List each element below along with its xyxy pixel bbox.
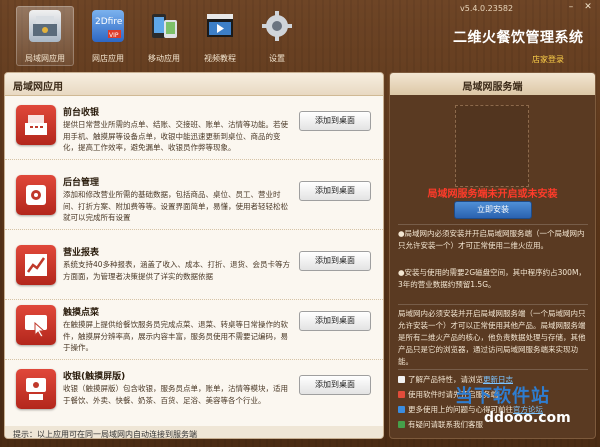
minimize-icon[interactable]: – — [566, 3, 576, 12]
app-title: 营业报表 — [63, 248, 100, 258]
app-title: 触摸点菜 — [63, 308, 100, 318]
app-description: 收银（触摸屏版）包含收银，服务员点单，账单，沽情等模块，适用于餐饮、外卖、快餐、… — [63, 384, 288, 405]
app-title: 二维火餐饮管理系统 — [453, 30, 584, 46]
info-text: 局域网内必须安装并开启局域网服务端（一个局域网内只允许安装一个）才可以正常使用其… — [398, 309, 586, 366]
nav-label: 网店应用 — [92, 54, 124, 63]
close-icon[interactable]: ✕ — [583, 3, 593, 12]
forum-icon — [398, 406, 405, 413]
watermark-title: 当下软件站 — [455, 386, 550, 407]
panel-header: 局域网服务端 — [390, 73, 595, 95]
divider — [398, 369, 588, 370]
lan-apps-panel: 局域网应用 前台收银 提供日常营业所需的点单、结账、交接班、账单、沽情等功能。若… — [4, 72, 384, 439]
install-label: 立即安装 — [477, 205, 509, 214]
store-login-link[interactable]: 店家登录 — [532, 54, 564, 65]
info-text: ●局域网内必须安装并开启局域网服务端（一个局域网内只允许安装一个）才可正常使用二… — [398, 229, 585, 250]
restaurant-icon — [29, 10, 61, 42]
tip-text: 提示：以上应用可在同一局域网内自动连接到服务端 — [13, 430, 197, 439]
nav-web-store[interactable]: 2Dfire VIP 网店应用 — [79, 6, 137, 66]
app-row-reports: 营业报表 系统支持40多种报表，涵盖了收入、成本、打折、退货、会员卡等方方面面，… — [5, 239, 383, 300]
app-description: 系统支持40多种报表，涵盖了收入、成本、打折、退货、会员卡等方方面面，为管理者决… — [63, 260, 291, 281]
top-bar: 局域网应用 2Dfire VIP 网店应用 移动应用 视频教程 设置 v5.4.0… — [0, 0, 600, 70]
watermark-url: ddooo.com — [484, 410, 571, 426]
add-to-desktop-button[interactable]: 添加到桌面 — [299, 111, 371, 131]
divider — [398, 304, 588, 305]
server-placeholder-icon — [455, 105, 529, 187]
app-row-touch-order: 触摸点菜 在触摸屏上提供给餐饮服务员完成点菜、退菜、转桌等日常操作的软件，触摸屏… — [5, 299, 383, 360]
add-to-desktop-button[interactable]: 添加到桌面 — [299, 375, 371, 395]
2dfire-vip-icon: 2Dfire VIP — [92, 10, 124, 42]
touch-icon — [16, 305, 56, 345]
nav-mobile-apps[interactable]: 移动应用 — [135, 6, 193, 66]
report-chart-icon — [16, 245, 56, 285]
app-row-front-cashier: 前台收银 提供日常营业所需的点单、结账、交接班、账单、沽情等功能。若使用手机、触… — [5, 99, 383, 160]
mobile-icon — [148, 10, 180, 42]
info-text: ●安装与使用的需要2G磁盘空间，其中程序约占300M，3年的营业数据约预留1.5… — [398, 268, 586, 289]
nav-label: 移动应用 — [148, 54, 180, 63]
nav-label: 局域网应用 — [25, 54, 65, 63]
app-description: 在触摸屏上提供给餐饮服务员完成点菜、退菜、转桌等日常操作的软件，触摸屏分辨率高，… — [63, 320, 288, 352]
support-icon — [398, 421, 405, 428]
divider — [398, 224, 588, 225]
nav-lan-apps[interactable]: 局域网应用 — [16, 6, 74, 66]
alert-icon — [398, 391, 405, 398]
app-title: 前台收银 — [63, 108, 100, 118]
nav-label: 视频教程 — [204, 54, 236, 63]
touch-register-icon — [16, 369, 56, 409]
app-title: 收银(触摸屏版) — [63, 372, 126, 382]
install-now-button[interactable]: 立即安装 — [454, 201, 532, 219]
svg-text:VIP: VIP — [109, 32, 119, 39]
add-to-desktop-button[interactable]: 添加到桌面 — [299, 181, 371, 201]
app-title: 后台管理 — [63, 178, 100, 188]
panel-title: 局域网服务端 — [462, 82, 523, 93]
app-description: 提供日常营业所需的点单、结账、交接班、账单、沽情等功能。若使用手机、触摸屏等设备… — [63, 120, 288, 152]
app-row-back-office: 后台管理 添加和修改营业所需的基础数据，包括商品、桌位、员工、营业时间、打折方案… — [5, 169, 383, 230]
nav-video-tutorials[interactable]: 视频教程 — [191, 6, 249, 66]
add-to-desktop-button[interactable]: 添加到桌面 — [299, 311, 371, 331]
panel-header: 局域网应用 — [5, 73, 383, 96]
doc-icon — [398, 376, 405, 383]
add-to-desktop-button[interactable]: 添加到桌面 — [299, 251, 371, 271]
app-description: 添加和修改营业所需的基础数据，包括商品、桌位、员工、营业时间、打折方案、附加费等… — [63, 190, 288, 222]
panel-title: 局域网应用 — [13, 82, 63, 93]
app-row-touch-cashier: 收银(触摸屏版) 收银（触摸屏版）包含收银，服务员点单，账单，沽情等模块，适用于… — [5, 363, 383, 423]
gear-icon — [261, 10, 293, 42]
nav-label: 设置 — [269, 54, 285, 63]
svg-text:2Dfire: 2Dfire — [95, 17, 123, 27]
video-icon — [204, 10, 236, 42]
cash-register-icon — [16, 105, 56, 145]
version-label: v5.4.0.23582 — [460, 4, 514, 13]
settings-cart-icon — [16, 175, 56, 215]
nav-settings[interactable]: 设置 — [248, 6, 306, 66]
server-status-warning: 局域网服务端未开启或未安装 — [427, 189, 558, 200]
